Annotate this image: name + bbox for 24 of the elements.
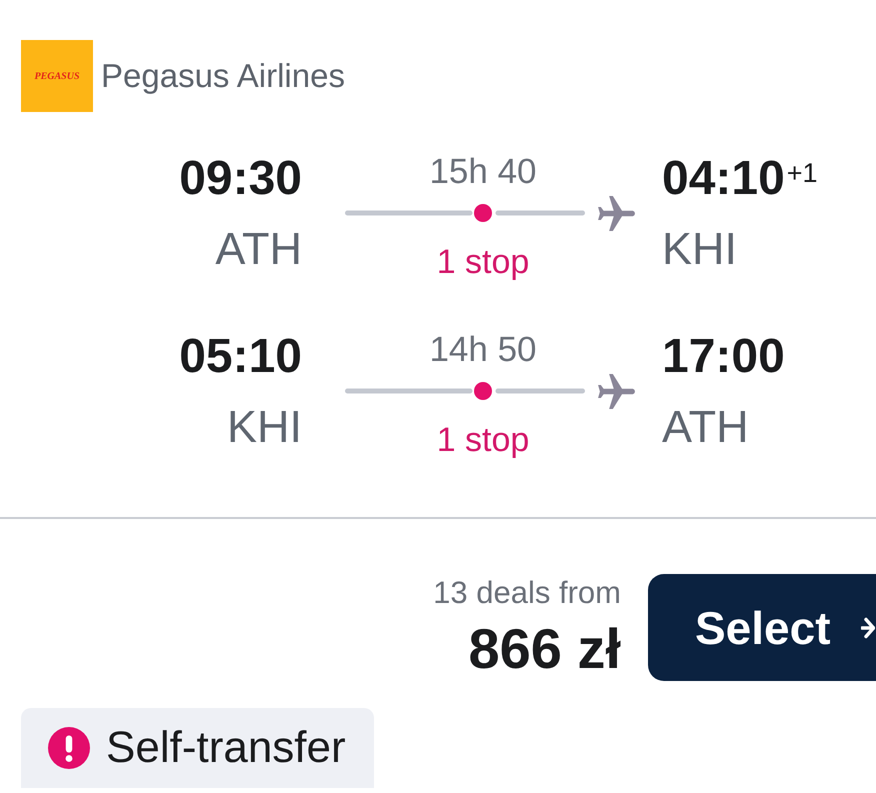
airline-name: Pegasus Airlines — [101, 56, 345, 96]
arrival-time: 17:00 — [662, 329, 785, 385]
day-offset: +1 — [786, 160, 818, 187]
logo-text: PEGASUS — [34, 70, 80, 82]
airplane-icon — [598, 374, 635, 408]
stops-count: 1 stop — [436, 420, 530, 461]
deals-count: 13 deals from — [433, 574, 621, 612]
flight-duration: 14h 50 — [429, 330, 537, 370]
stop-dot-icon — [474, 204, 492, 222]
departure-airport: KHI — [226, 400, 302, 454]
departure-time: 09:30 — [179, 151, 302, 207]
exclamation-icon — [48, 727, 90, 769]
flight-duration: 15h 40 — [429, 152, 537, 192]
departure-airport: ATH — [215, 222, 302, 276]
arrival-time: 04:10 — [662, 151, 785, 207]
stops-count: 1 stop — [436, 242, 530, 283]
price-amount: 866 zł — [468, 616, 621, 682]
notice-label: Self-transfer — [106, 722, 346, 774]
airplane-icon — [598, 196, 635, 230]
arrival-airport: KHI — [662, 222, 738, 276]
departure-time: 05:10 — [179, 329, 302, 385]
stop-dot-icon — [474, 382, 492, 400]
select-button[interactable]: Select — [648, 574, 876, 681]
arrival-airport: ATH — [662, 400, 749, 454]
